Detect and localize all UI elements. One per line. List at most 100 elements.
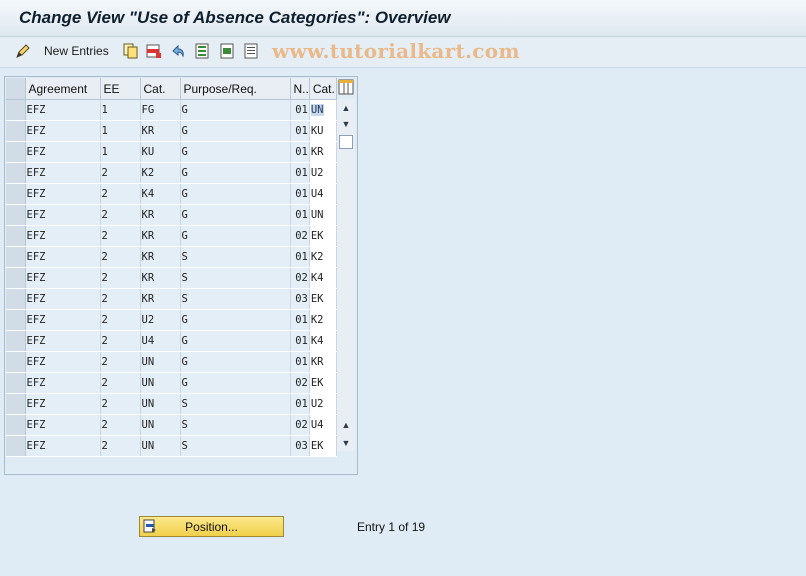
cell-cat-2[interactable]: K2: [309, 309, 337, 331]
cell-ee: 2: [100, 246, 141, 268]
select-all-icon[interactable]: [194, 43, 210, 59]
table-row[interactable]: EFZ 2 UN G 02 EK: [6, 372, 337, 394]
table-row[interactable]: EFZ 2 UN S 03 EK: [6, 435, 337, 457]
table-row[interactable]: EFZ 2 KR G 02 EK: [6, 225, 337, 247]
row-selector[interactable]: [6, 351, 26, 373]
column-header-number[interactable]: N..: [290, 78, 310, 100]
cell-value: EFZ: [26, 104, 46, 116]
table-row[interactable]: EFZ 2 KR S 03 EK: [6, 288, 337, 310]
position-button[interactable]: Position...: [139, 516, 284, 537]
column-header-cat[interactable]: Cat.: [140, 78, 181, 100]
cell-value: K4: [141, 188, 155, 200]
cell-cat-2[interactable]: K4: [309, 267, 337, 289]
scroll-up-top-icon[interactable]: ▲: [339, 101, 353, 115]
cell-cat-2[interactable]: K4: [309, 330, 337, 352]
cell-cat-2[interactable]: UN: [309, 204, 337, 226]
table-row[interactable]: EFZ 1 KR G 01 KU: [6, 120, 337, 142]
cell-value: KU: [141, 146, 155, 158]
table-row[interactable]: EFZ 1 FG G 01 UN: [6, 99, 337, 121]
cell-ee: 2: [100, 183, 141, 205]
cell-cat-2[interactable]: EK: [309, 288, 337, 310]
cell-agreement: EFZ: [25, 288, 101, 310]
table-row[interactable]: EFZ 2 K2 G 01 U2: [6, 162, 337, 184]
row-selector[interactable]: [6, 225, 26, 247]
scroll-down-bottom-icon[interactable]: ▼: [339, 436, 353, 450]
row-selector[interactable]: [6, 267, 26, 289]
cell-value: EFZ: [26, 125, 46, 137]
edit-pen-icon[interactable]: [15, 43, 31, 59]
cell-value: 2: [101, 272, 108, 284]
table-row[interactable]: EFZ 2 U4 G 01 K4: [6, 330, 337, 352]
cell-cat: KR: [140, 120, 181, 142]
cell-cat-2[interactable]: K2: [309, 246, 337, 268]
table-row[interactable]: EFZ 2 UN S 01 U2: [6, 393, 337, 415]
cell-purpose: S: [180, 393, 291, 415]
row-selector[interactable]: [6, 162, 26, 184]
cell-cat-2[interactable]: KU: [309, 120, 337, 142]
cell-cat-2[interactable]: U2: [309, 393, 337, 415]
row-selector[interactable]: [6, 309, 26, 331]
cell-purpose: G: [180, 99, 291, 121]
cell-ee: 2: [100, 435, 141, 457]
cell-value: 01: [295, 335, 308, 347]
cell-cat-2[interactable]: KR: [309, 351, 337, 373]
column-header-purpose[interactable]: Purpose/Req.: [180, 78, 291, 100]
cell-cat-2[interactable]: U4: [309, 183, 337, 205]
row-selector[interactable]: [6, 435, 26, 457]
cell-cat-2[interactable]: EK: [309, 372, 337, 394]
row-selector[interactable]: [6, 99, 26, 121]
table-row[interactable]: EFZ 2 U2 G 01 K2: [6, 309, 337, 331]
table-row[interactable]: EFZ 2 KR S 02 K4: [6, 267, 337, 289]
row-selector[interactable]: [6, 414, 26, 436]
table-row[interactable]: EFZ 1 KU G 01 KR: [6, 141, 337, 163]
cell-agreement: EFZ: [25, 435, 101, 457]
row-selector[interactable]: [6, 183, 26, 205]
cell-cat-2[interactable]: EK: [309, 225, 337, 247]
entry-counter: Entry 1 of 19: [357, 520, 426, 534]
delete-icon[interactable]: [146, 43, 162, 59]
scroll-down-top-icon[interactable]: ▼: [339, 117, 353, 131]
new-entries-button[interactable]: New Entries: [44, 44, 109, 58]
copy-icon[interactable]: [123, 43, 139, 59]
cell-ee: 2: [100, 393, 141, 415]
cell-value: EK: [310, 440, 324, 452]
position-button-label: Position...: [185, 520, 238, 534]
deselect-all-icon[interactable]: [243, 43, 259, 59]
cell-purpose: G: [180, 372, 291, 394]
cell-cat-2[interactable]: U4: [309, 414, 337, 436]
column-header-agreement[interactable]: Agreement: [25, 78, 101, 100]
table-settings-icon[interactable]: [338, 79, 354, 95]
cell-cat-2[interactable]: KR: [309, 141, 337, 163]
column-header-ee[interactable]: EE: [100, 78, 141, 100]
table-row[interactable]: EFZ 2 UN S 02 U4: [6, 414, 337, 436]
row-selector[interactable]: [6, 204, 26, 226]
cell-cat-2[interactable]: EK: [309, 435, 337, 457]
row-selector[interactable]: [6, 288, 26, 310]
table-row[interactable]: EFZ 2 K4 G 01 U4: [6, 183, 337, 205]
select-block-icon[interactable]: [219, 43, 235, 59]
scroll-thumb[interactable]: [339, 135, 353, 149]
column-header-cat-2[interactable]: Cat.: [309, 78, 337, 100]
row-selector[interactable]: [6, 120, 26, 142]
cell-value: 2: [101, 440, 108, 452]
cell-cat-2[interactable]: UN: [309, 99, 337, 121]
table-row[interactable]: EFZ 2 KR S 01 K2: [6, 246, 337, 268]
row-selector[interactable]: [6, 141, 26, 163]
row-selector[interactable]: [6, 393, 26, 415]
table-row[interactable]: EFZ 2 KR G 01 UN: [6, 204, 337, 226]
cell-value: EK: [310, 377, 324, 389]
row-selector[interactable]: [6, 330, 26, 352]
cell-ee: 1: [100, 99, 141, 121]
vertical-scrollbar[interactable]: ▲ ▼ ▲ ▼: [337, 99, 355, 451]
cell-purpose: G: [180, 225, 291, 247]
cell-value: UN: [141, 419, 155, 431]
row-selector[interactable]: [6, 372, 26, 394]
cell-agreement: EFZ: [25, 183, 101, 205]
cell-value: 01: [295, 188, 308, 200]
cell-cat-2[interactable]: U2: [309, 162, 337, 184]
table-row[interactable]: EFZ 2 UN G 01 KR: [6, 351, 337, 373]
scroll-up-bottom-icon[interactable]: ▲: [339, 418, 353, 432]
select-all-rows-button[interactable]: [6, 78, 26, 100]
row-selector[interactable]: [6, 246, 26, 268]
undo-icon[interactable]: [170, 43, 186, 59]
